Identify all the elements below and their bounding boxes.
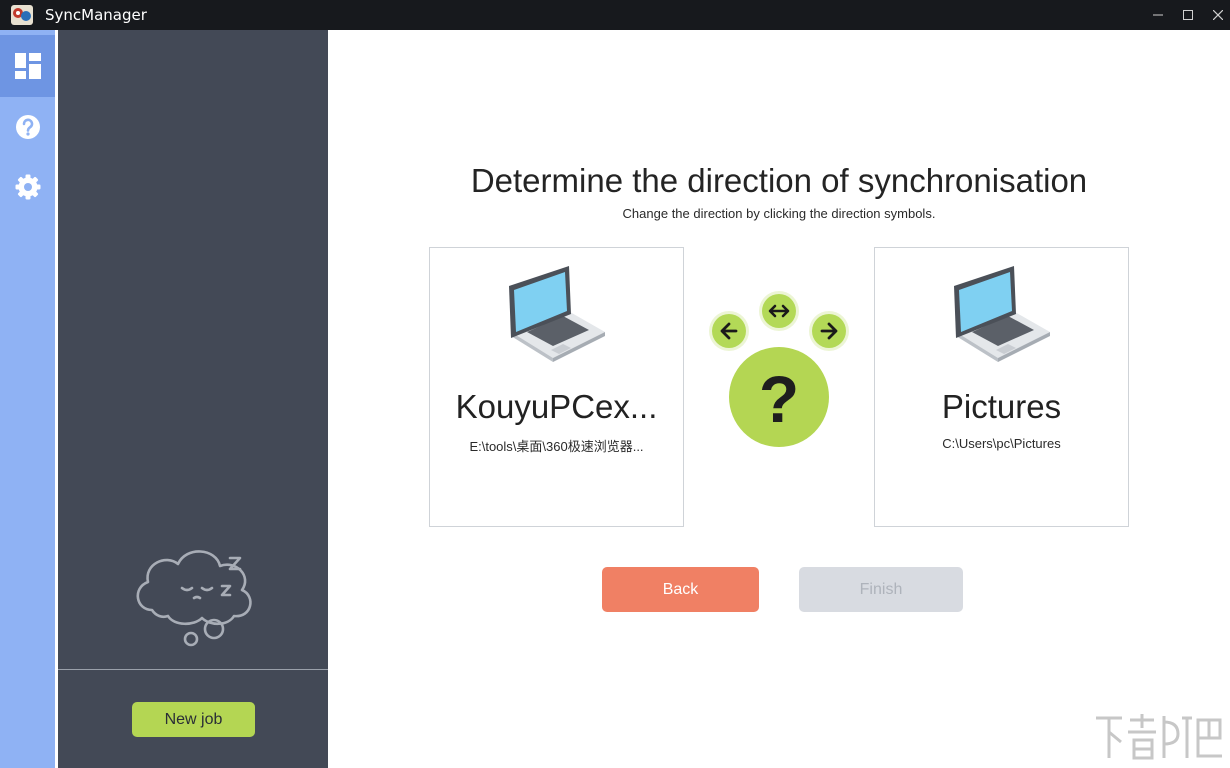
title-bar: SyncManager [0,0,1230,30]
sync-both-button[interactable] [762,294,796,328]
rail-item-help[interactable] [0,96,55,158]
target-path: C:\Users\pc\Pictures [942,436,1061,451]
app-logo-icon [11,5,33,25]
source-folder-card[interactable]: KouyuPCex... E:\tools\桌面\360极速浏览器... [429,247,684,527]
sync-right-button[interactable] [812,314,846,348]
nav-rail [0,30,55,768]
job-list-panel [58,30,328,768]
source-name: KouyuPCex... [455,388,658,425]
arrow-both-icon [768,304,790,318]
dashboard-icon [14,53,41,79]
question-mark: ? [758,362,800,436]
new-job-button[interactable]: New job [132,702,255,737]
target-folder-card[interactable]: Pictures C:\Users\pc\Pictures [874,247,1129,527]
page-title: Determine the direction of synchronisati… [470,162,1088,199]
panel-divider [58,669,328,670]
app-title: SyncManager [45,6,147,24]
back-button[interactable]: Back [602,567,759,612]
help-icon [15,115,40,139]
minimize-button[interactable] [1142,0,1174,30]
sleeping-cloud-illustration [136,550,252,647]
watermark-logo [1096,714,1222,760]
finish-button: Finish [799,567,963,612]
close-button[interactable] [1202,0,1230,30]
sync-left-button[interactable] [712,314,746,348]
page-subtitle: Change the direction by clicking the dir… [622,206,936,221]
maximize-button[interactable] [1172,0,1204,30]
arrow-left-icon [720,322,738,340]
gear-icon [15,174,40,200]
rail-item-dashboard[interactable] [0,35,55,97]
laptop-icon [509,266,605,362]
target-name: Pictures [941,388,1062,425]
rail-item-settings[interactable] [0,156,55,218]
arrow-right-icon [820,322,838,340]
source-path: E:\tools\桌面\360极速浏览器... [469,439,644,454]
direction-status[interactable]: ? [729,347,829,447]
laptop-icon [954,266,1050,362]
